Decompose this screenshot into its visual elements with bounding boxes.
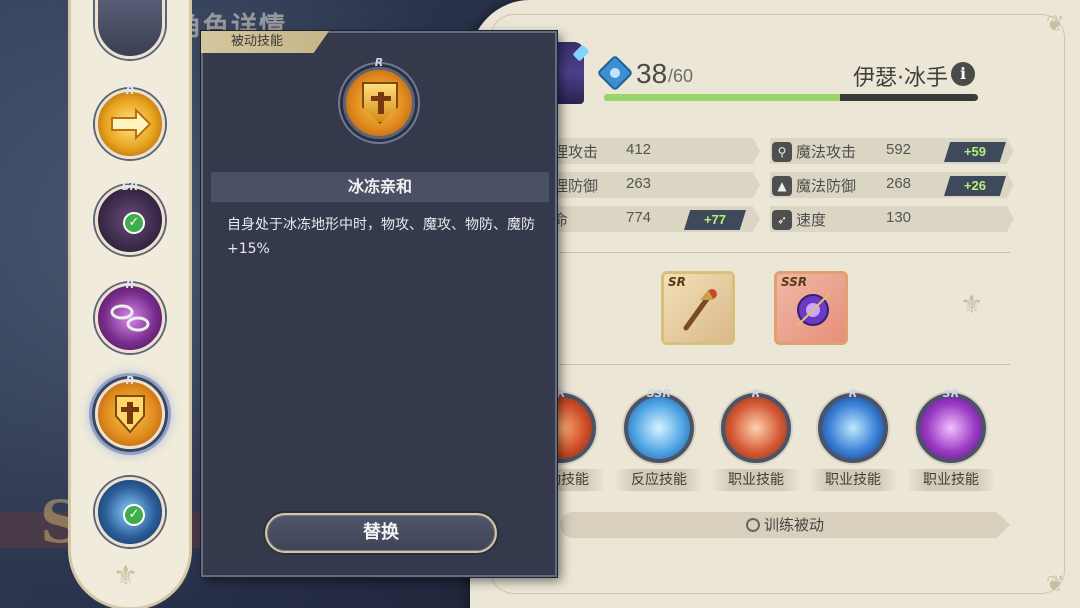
passive-skill-popup: 被动技能 R 冰冻亲和 自身处于冰冻地形中时，物攻、魔攻、物防、魔防+15% 替… [201,31,557,577]
skill-label: 反应技能 [615,469,703,491]
divider [560,252,1010,253]
exp-bar-fill [604,94,840,101]
info-icon[interactable]: i [951,62,975,86]
stat-value: 592 [886,141,912,158]
stat-bonus: +26 [944,176,1006,196]
stat-label: 魔法攻击 [796,143,857,161]
corner-ornament-icon: ❦ [1046,12,1065,37]
popup-skill-name: 冰冻亲和 [211,172,549,202]
chain-icon [110,304,150,332]
stat-label: 魔法防御 [796,177,857,195]
stat-magic-attack: ⚲ 魔法攻击 592 +59 [770,141,1014,165]
passive-skill-item[interactable]: SR ✓ [95,180,165,255]
skill-rarity: R [125,278,135,291]
hat-icon: ▲ [772,176,792,196]
exp-bar [604,94,978,101]
skill-label: 职业技能 [809,469,897,491]
equipment-slot-sr[interactable]: SR [661,271,735,345]
skill-slot-class-2[interactable]: R [818,387,888,463]
stat-bonus: +59 [944,142,1006,162]
orb-icon [796,293,830,327]
check-icon: ✓ [123,212,145,234]
staff-icon [683,289,717,331]
stat-value: 263 [626,175,652,192]
passive-skill-item[interactable] [95,0,165,59]
stat-value: 130 [886,209,912,226]
stat-value: 774 [626,209,652,226]
skill-rarity: R [125,374,135,387]
skill-rarity: R [125,84,135,97]
passive-skill-list: ⚜ ⚜ R SR ✓ R R ✓ [68,0,192,608]
replace-button[interactable]: 替换 [265,513,497,553]
skill-rarity: R [848,387,858,400]
equipment-slot-ssr[interactable]: SSR [774,271,848,345]
skill-rarity: R [751,387,761,400]
skill-slot-reaction[interactable]: SSR [624,387,694,463]
popup-tab: 被动技能 [201,31,329,53]
passive-skill-item-selected[interactable]: R [95,374,165,449]
arrow-dash-icon [111,107,152,141]
check-icon: ✓ [123,504,145,526]
passive-skill-item[interactable]: R [95,84,165,159]
skill-slot-class-1[interactable]: R [721,387,791,463]
train-passive-button[interactable]: 训练被动 [560,512,1010,538]
corner-ornament-icon: ❦ [1046,572,1065,597]
skill-rarity: SR [121,180,139,193]
hero-level: 38 [636,58,668,89]
hero-name: 伊瑟·冰手 [853,66,948,91]
passive-skill-item[interactable]: ✓ [95,477,165,547]
stat-value: 412 [626,141,652,158]
passive-skill-item[interactable]: R [95,278,165,353]
stat-speed: ➶ 速度 130 [770,209,1014,233]
popup-skill-description: 自身处于冰冻地形中时，物攻、魔攻、物防、魔防+15% [227,217,535,257]
search-icon [745,518,760,532]
skill-rarity: R [556,387,566,400]
train-passive-label: 训练被动 [763,516,824,534]
skill-rarity: R [374,56,384,69]
stat-value: 268 [886,175,912,192]
skill-label: 职业技能 [907,469,995,491]
skill-slot-class-3[interactable]: SR [916,387,986,463]
wing-icon: ➶ [772,210,792,230]
wand-icon: ⚲ [772,142,792,162]
divider [560,364,1010,365]
golden-shield-icon [115,395,145,434]
popup-skill-icon: R [343,56,415,139]
skill-rarity: SR [942,387,960,400]
skill-label: 职业技能 [712,469,800,491]
scroll-ornament-icon: ⚜ [960,290,984,320]
skill-rarity: SSR [647,387,671,400]
hero-level-max: /60 [668,66,694,86]
stat-bonus: +77 [684,210,746,230]
fleur-ornament-icon: ⚜ [113,559,139,592]
golden-shield-icon [362,82,398,124]
stat-label: 速度 [796,211,827,229]
stat-magic-defense: ▲ 魔法防御 268 +26 [770,175,1014,199]
